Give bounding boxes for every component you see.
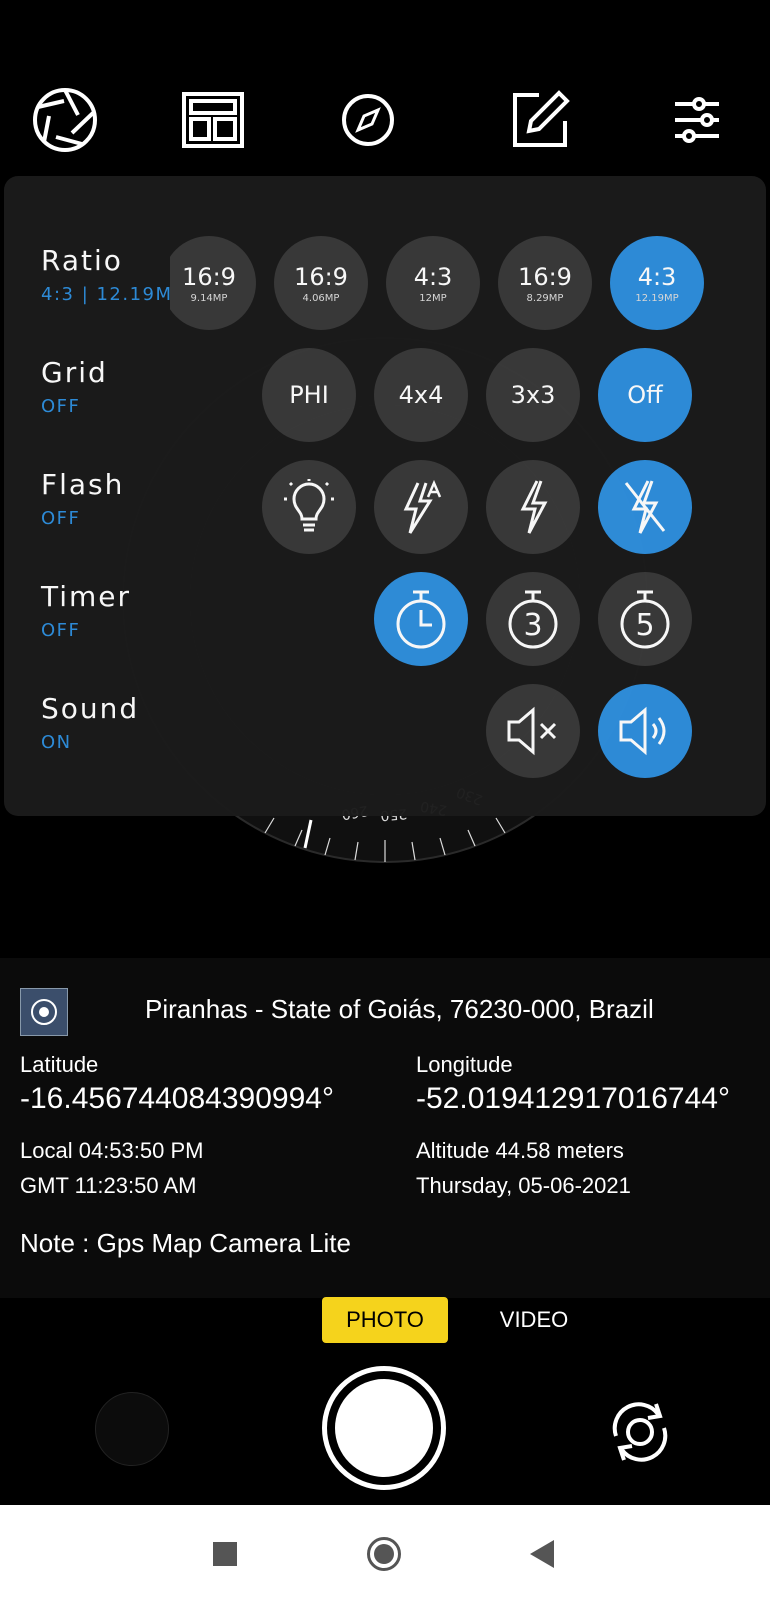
sliders-icon[interactable]	[662, 85, 732, 155]
ratio-title: Ratio	[41, 244, 123, 277]
flash-off-icon	[624, 480, 666, 534]
flash-torch-button[interactable]	[262, 460, 356, 554]
recents-icon[interactable]	[213, 1542, 237, 1566]
timer-3-button[interactable]: 3	[486, 572, 580, 666]
altitude: Altitude 44.58 meters	[416, 1138, 624, 1163]
photo-mode-tab[interactable]: PHOTO	[322, 1297, 448, 1343]
timer-value: OFF	[41, 620, 81, 641]
flash-row: Flash OFF	[4, 450, 766, 560]
address-text: Piranhas - State of Goiás, 76230-000, Br…	[145, 994, 654, 1024]
home-icon[interactable]	[367, 1537, 401, 1571]
switch-camera-button[interactable]	[606, 1398, 674, 1466]
timer-3-label: 3	[523, 608, 542, 643]
system-nav-bar	[0, 1505, 770, 1600]
aperture-icon[interactable]	[30, 85, 100, 155]
grid-option-4x4[interactable]: 4x4	[374, 348, 468, 442]
sound-title: Sound	[41, 692, 140, 725]
timer-5-label: 5	[635, 608, 654, 643]
date: Thursday, 05-06-2021	[416, 1173, 631, 1198]
note-text: Note : Gps Map Camera Lite	[20, 1228, 351, 1258]
timer-3-icon: 3	[508, 590, 558, 649]
sound-on-icon	[619, 706, 666, 756]
layout-icon[interactable]	[178, 85, 248, 155]
local-time: Local 04:53:50 PM	[20, 1138, 204, 1163]
grid-option-phi[interactable]: PHI	[262, 348, 356, 442]
grid-value: OFF	[41, 396, 81, 417]
sound-value: ON	[41, 732, 72, 753]
ratio-option[interactable]: 16:9 9.14MP	[170, 236, 256, 330]
edit-icon[interactable]	[505, 85, 575, 155]
sound-mute-button[interactable]	[486, 684, 580, 778]
compass-icon[interactable]	[333, 85, 403, 155]
latitude-label: Latitude	[20, 1052, 99, 1077]
video-mode-tab[interactable]: VIDEO	[494, 1297, 574, 1343]
grid-title: Grid	[41, 356, 108, 389]
timer-off-icon	[396, 590, 446, 649]
grid-row: Grid OFF PHI 4x4 3x3 Off	[4, 338, 766, 448]
ratio-row: Ratio 4:3 | 12.19MP 16:9 9.14MP 16:9 4.0…	[4, 226, 766, 336]
longitude-value: -52.019412917016744°	[416, 1082, 730, 1115]
timer-title: Timer	[41, 580, 132, 613]
sound-mute-icon	[507, 706, 557, 756]
flash-auto-icon	[403, 479, 442, 534]
gmt-time: GMT 11:23:50 AM	[20, 1173, 197, 1198]
back-icon[interactable]	[530, 1540, 554, 1568]
flash-auto-button[interactable]	[374, 460, 468, 554]
sound-on-button[interactable]	[598, 684, 692, 778]
timer-5-button[interactable]: 5	[598, 572, 692, 666]
shutter-button[interactable]	[322, 1366, 446, 1490]
flash-on-button[interactable]	[486, 460, 580, 554]
ratio-option[interactable]: 4:3 12MP	[386, 236, 480, 330]
timer-off-button[interactable]	[374, 572, 468, 666]
timer-row: Timer OFF 3 5	[4, 562, 766, 672]
ratio-option[interactable]: 16:9 4.06MP	[274, 236, 368, 330]
torch-icon	[284, 479, 334, 532]
ratio-option[interactable]: 16:9 8.29MP	[498, 236, 592, 330]
flash-on-icon	[520, 480, 548, 534]
top-toolbar	[0, 70, 770, 170]
switch-camera-icon	[612, 1402, 668, 1462]
ratio-option-selected[interactable]: 4:3 12.19MP	[610, 236, 704, 330]
gallery-thumbnail[interactable]	[95, 1392, 169, 1466]
grid-option-off[interactable]: Off	[598, 348, 692, 442]
camera-settings-panel: Ratio 4:3 | 12.19MP 16:9 9.14MP 16:9 4.0…	[4, 176, 766, 816]
latitude-value: -16.456744084390994°	[20, 1082, 334, 1115]
ratio-value: 4:3 | 12.19MP	[41, 284, 185, 305]
sound-row: Sound ON	[4, 674, 766, 784]
shutter-inner	[335, 1379, 433, 1477]
flash-title: Flash	[41, 468, 125, 501]
flash-off-button[interactable]	[598, 460, 692, 554]
timer-5-icon: 5	[620, 590, 670, 649]
flash-value: OFF	[41, 508, 81, 529]
longitude-label: Longitude	[416, 1052, 513, 1077]
location-info: Piranhas - State of Goiás, 76230-000, Br…	[0, 958, 770, 1298]
app-logo	[20, 988, 68, 1036]
grid-option-3x3[interactable]: 3x3	[486, 348, 580, 442]
